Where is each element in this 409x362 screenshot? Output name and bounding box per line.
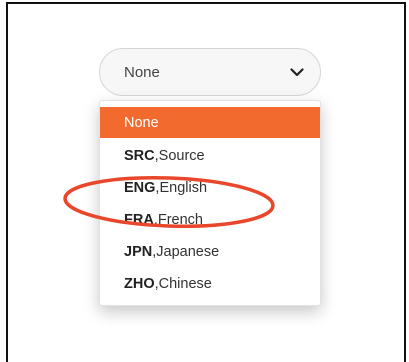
option-name: Chinese (158, 276, 212, 292)
option-code: ZHO (124, 276, 155, 292)
option-code: SRC (124, 148, 155, 164)
option-none[interactable]: None (100, 107, 320, 138)
option-label: None (124, 114, 159, 131)
language-select[interactable]: None (99, 48, 321, 96)
option-zho[interactable]: ZHO, Chinese (100, 268, 320, 300)
option-jpn[interactable]: JPN, Japanese (100, 236, 320, 268)
option-src[interactable]: SRC, Source (100, 140, 320, 172)
option-code: JPN (124, 244, 153, 260)
select-value: None (124, 63, 160, 81)
option-name: Japanese (156, 244, 220, 260)
annotation-ellipse (63, 175, 275, 229)
option-name: Source (158, 148, 205, 164)
chevron-down-icon[interactable] (288, 63, 306, 81)
